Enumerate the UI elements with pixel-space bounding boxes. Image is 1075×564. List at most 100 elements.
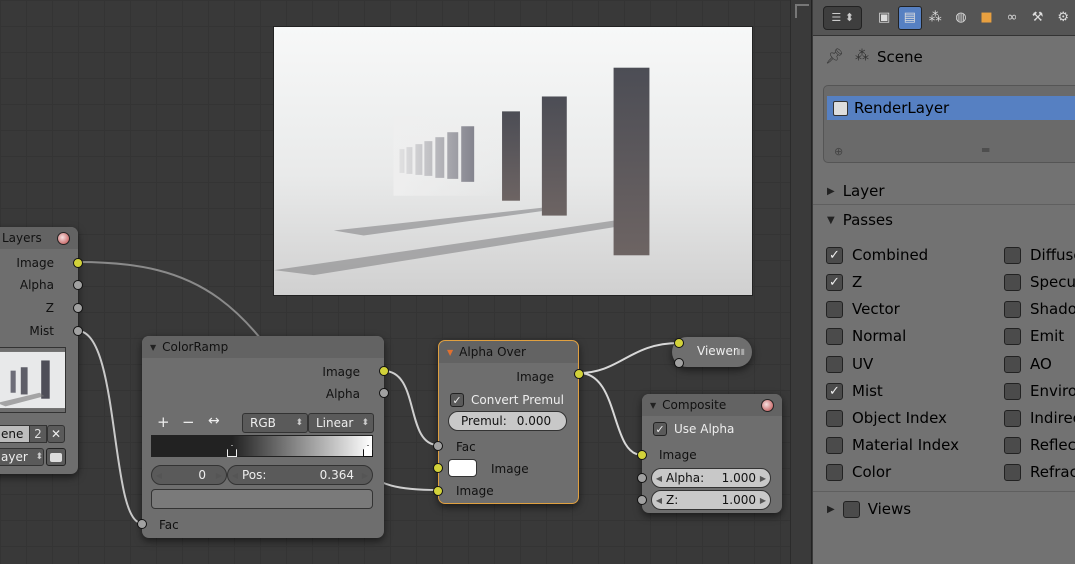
input-image2-socket[interactable] xyxy=(433,486,443,496)
output-alpha-label: Alpha xyxy=(19,278,54,292)
color-stop-black[interactable] xyxy=(227,445,237,457)
pass-combined[interactable]: ✓ Combined xyxy=(826,246,928,264)
add-item-icon[interactable]: ⊕ xyxy=(834,145,843,158)
stop-position-field[interactable]: ◀ Pos: 0.364 ▶ xyxy=(227,465,373,485)
layer-select-field[interactable]: ayer ⬍ xyxy=(0,448,44,466)
output-alpha-socket[interactable] xyxy=(73,280,83,290)
scene-users-count[interactable]: 2 xyxy=(29,425,47,443)
color-ramp-bar[interactable] xyxy=(151,435,373,457)
pass-reflection[interactable]: Reflec xyxy=(1004,436,1075,454)
decrement-arrow-icon[interactable]: ◀ xyxy=(652,496,666,505)
resize-handle-icon[interactable]: ═ xyxy=(982,143,989,157)
output-mist-socket[interactable] xyxy=(73,326,83,336)
decrement-arrow-icon[interactable]: ◀ xyxy=(652,474,666,483)
layer-section-header[interactable]: ▶ Layer xyxy=(813,178,1075,204)
pass-refraction[interactable]: Refrac xyxy=(1004,463,1075,481)
alpha-value-field[interactable]: ◀ Alpha: 1.000 ▶ xyxy=(651,468,771,488)
render-camera-button[interactable] xyxy=(46,448,66,466)
decrement-arrow-icon[interactable]: ◀ xyxy=(152,471,166,480)
output-z-socket[interactable] xyxy=(73,303,83,313)
passes-section-header[interactable]: ▼ Passes xyxy=(813,207,1075,233)
color-mode-select[interactable]: RGB ⬍ xyxy=(242,413,308,433)
region-divider[interactable] xyxy=(790,0,812,564)
pass-mist[interactable]: ✓ Mist xyxy=(826,382,883,400)
world-context-button[interactable]: ◍ xyxy=(949,6,973,30)
corner-widget-icon[interactable] xyxy=(795,4,809,18)
increment-arrow-icon[interactable]: ▶ xyxy=(358,471,372,480)
pass-material-index[interactable]: Material Index xyxy=(826,436,959,454)
input-image-socket[interactable] xyxy=(674,338,684,348)
composite-header[interactable]: ▼ Composite xyxy=(642,394,782,416)
pass-ao[interactable]: AO xyxy=(1004,355,1052,373)
node-editor[interactable]: Layers Image Alpha Z Mist ene 2 ✕ ayer ⬍ xyxy=(0,0,790,564)
output-image-socket[interactable] xyxy=(73,258,83,268)
image-color-swatch[interactable] xyxy=(448,459,477,477)
increment-arrow-icon[interactable]: ▶ xyxy=(212,471,226,480)
color-stop-white[interactable] xyxy=(363,445,373,457)
use-alpha-checkbox[interactable]: ✓ Use Alpha xyxy=(653,422,734,436)
input-alpha-socket[interactable] xyxy=(637,473,647,483)
scene-context-button[interactable]: ⁂ xyxy=(924,6,948,30)
viewer-node[interactable]: Viewer ▮▮ xyxy=(672,337,752,368)
flip-ramp-button[interactable]: ↔ xyxy=(208,413,220,429)
premul-field[interactable]: Premul: 0.000 xyxy=(448,411,567,431)
add-stop-button[interactable]: + xyxy=(157,413,170,431)
z-value-field[interactable]: ◀ Z: 1.000 ▶ xyxy=(651,490,771,510)
render-layer-item[interactable]: RenderLayer xyxy=(827,96,1075,120)
stop-index-field[interactable]: ◀ 0 ▶ xyxy=(151,465,227,485)
editor-type-button[interactable]: ☰ ⬍ xyxy=(823,5,863,30)
render-layers-context-button[interactable]: ▤ xyxy=(897,5,922,30)
drag-handle-icon[interactable]: ▮▮ xyxy=(736,347,745,356)
output-image-socket[interactable] xyxy=(379,366,389,376)
input-fac-socket[interactable] xyxy=(137,519,147,529)
render-layers-node[interactable]: Layers Image Alpha Z Mist ene 2 ✕ ayer ⬍ xyxy=(0,227,83,474)
colorramp-node[interactable]: ▼ ColorRamp Image Alpha + − ↔ RGB ⬍ Line… xyxy=(137,336,389,538)
modifiers-context-button[interactable]: ⚒ xyxy=(1026,6,1050,30)
pass-color[interactable]: Color xyxy=(826,463,891,481)
stop-color-swatch[interactable] xyxy=(151,489,373,509)
pass-specular[interactable]: Specu xyxy=(1004,273,1075,291)
input-image-socket[interactable] xyxy=(637,450,647,460)
properties-panel[interactable]: ☰ ⬍ ▣ ▤ ⁂ ◍ ■ ∞ ⚒ ⚙ 📌︎ ⁂ Scene RenderLay… xyxy=(813,0,1075,564)
pass-shadow[interactable]: Shado xyxy=(1004,300,1075,318)
pass-environment[interactable]: Enviro xyxy=(1004,382,1075,400)
alpha-over-header[interactable]: ▼ Alpha Over xyxy=(439,341,578,363)
render-layers-header[interactable]: Layers xyxy=(0,227,78,249)
unlink-scene-button[interactable]: ✕ xyxy=(47,425,65,443)
render-context-button[interactable]: ▣ xyxy=(872,6,896,30)
input-alpha-socket[interactable] xyxy=(674,358,684,368)
interpolation-select[interactable]: Linear ⬍ xyxy=(308,413,374,433)
input-z-socket[interactable] xyxy=(637,495,647,505)
pass-normal[interactable]: Normal xyxy=(826,327,906,345)
pass-uv[interactable]: UV xyxy=(826,355,873,373)
pass-emit[interactable]: Emit xyxy=(1004,327,1064,345)
collapse-icon[interactable]: ▼ xyxy=(650,401,656,410)
pin-icon[interactable]: 📌︎ xyxy=(825,47,844,65)
collapse-icon[interactable]: ▼ xyxy=(150,343,156,352)
increment-arrow-icon[interactable]: ▶ xyxy=(756,496,770,505)
pass-vector[interactable]: Vector xyxy=(826,300,900,318)
pass-diffuse[interactable]: Diffuse xyxy=(1004,246,1075,264)
views-checkbox-icon[interactable] xyxy=(842,500,860,518)
input-image-socket[interactable] xyxy=(433,463,443,473)
pass-z[interactable]: ✓ Z xyxy=(826,273,862,291)
output-alpha-socket[interactable] xyxy=(379,388,389,398)
remove-stop-button[interactable]: − xyxy=(182,413,195,431)
output-image-socket[interactable] xyxy=(574,369,584,379)
object-context-button[interactable]: ■ xyxy=(975,6,999,30)
input-image-label: Image xyxy=(659,448,697,462)
constraints-context-button[interactable]: ∞ xyxy=(1000,6,1024,30)
colorramp-header[interactable]: ▼ ColorRamp xyxy=(142,336,384,358)
increment-arrow-icon[interactable]: ▶ xyxy=(756,474,770,483)
convert-premul-checkbox[interactable]: ✓ Convert Premul xyxy=(450,393,564,407)
composite-node[interactable]: ▼ Composite ✓ Use Alpha Image ◀ Alpha: 1… xyxy=(637,394,782,513)
collapse-icon[interactable]: ▼ xyxy=(447,348,453,357)
alpha-over-node[interactable]: ▼ Alpha Over Image ✓ Convert Premul Prem… xyxy=(433,340,584,504)
decrement-arrow-icon[interactable]: ◀ xyxy=(228,471,242,480)
render-layer-list[interactable]: RenderLayer ⊕ ═ xyxy=(823,85,1075,163)
data-context-button[interactable]: ⚙ xyxy=(1051,6,1075,30)
pass-indirect[interactable]: Indirec xyxy=(1004,409,1075,427)
pass-object-index[interactable]: Object Index xyxy=(826,409,947,427)
input-fac-socket[interactable] xyxy=(433,441,443,451)
views-section-header[interactable]: ▶ Views xyxy=(813,496,1075,522)
